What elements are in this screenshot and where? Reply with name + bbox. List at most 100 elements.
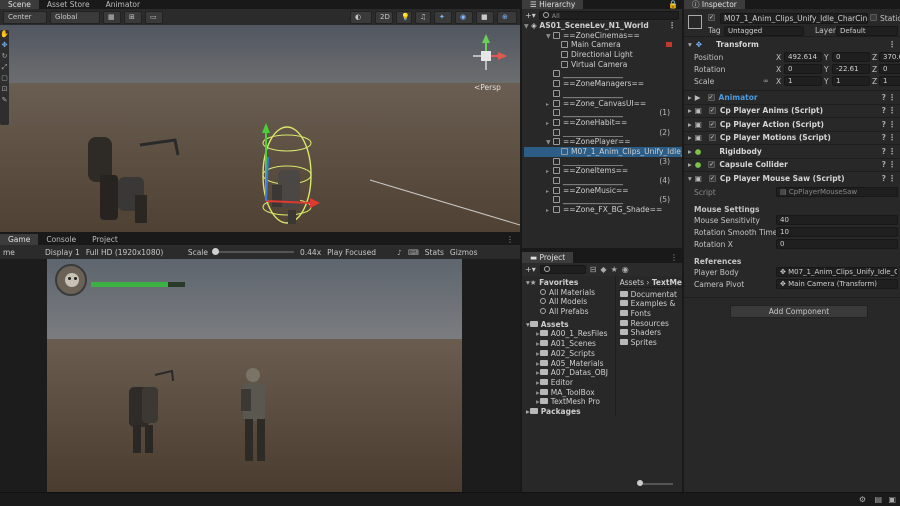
pivot-dropdown[interactable]: Center [3,10,47,24]
link-scale-icon[interactable]: ∞ [763,77,769,85]
help-icon[interactable]: ? [882,133,886,142]
player-body-field[interactable]: ✥ M07_1_Anim_Clips_Unify_Idle_Ch [776,266,898,277]
component-header[interactable]: ▸ ● Rigidbody? ⋮ [684,144,900,158]
mode-2d-button[interactable]: 2D [375,10,393,24]
hidden-packages-icon[interactable]: ◉ [622,265,629,274]
chevron-icon[interactable]: ▸ [546,206,553,215]
tab-game[interactable]: Game [0,234,39,245]
hierarchy-row[interactable]: ________________ (3) [524,157,682,167]
breadcrumb-assets[interactable]: Assets [620,278,644,287]
content-folder-item[interactable]: Resources [619,319,682,329]
layer-dropdown[interactable]: Default [836,26,898,36]
component-menu-icon[interactable]: ⋮ [888,174,896,183]
tab-asset-store[interactable]: Asset Store [39,0,98,9]
play-mode-dropdown[interactable]: Play Focused [327,248,391,257]
custom-tool-icon[interactable]: ✎ [0,96,9,107]
project-search-input[interactable] [539,265,586,274]
component-enabled-checkbox[interactable]: ✓ [708,134,716,142]
game-viewport[interactable] [47,259,462,492]
tab-project-panel[interactable]: ▬ Project [522,252,574,263]
content-folder-item[interactable]: Documentat [619,290,682,300]
chevron-icon[interactable]: ▸ [688,160,692,169]
hierarchy-row[interactable]: ________________ [524,89,682,99]
lighting-icon[interactable]: 💡 [396,10,412,24]
transform-tool-icon[interactable]: ⊡ [0,85,9,96]
rotate-tool-icon[interactable]: ↻ [0,52,9,63]
filter-label-icon[interactable]: ◆ [600,265,606,274]
tab-hierarchy[interactable]: ☰ Hierarchy [522,0,584,9]
component-menu-icon[interactable]: ⋮ [888,106,896,115]
rotation-x-field[interactable]: 0 [784,64,822,74]
grid-snap-icon[interactable]: ▦ [103,10,121,24]
audio-icon[interactable]: ♫ [415,10,431,24]
hierarchy-row[interactable]: Directional Light [524,50,682,60]
component-menu-icon[interactable]: ⋮ [888,93,896,102]
scene-root-row[interactable]: ▼ ◈ AS01_SceneLev_N1_World ⋮ [524,21,682,31]
asset-folder-row[interactable]: ▸ MA_ToolBox [526,388,615,398]
component-header[interactable]: ▸ ▣ ✓ Cp Player Anims (Script)? ⋮ [684,103,900,118]
tab-scene[interactable]: Scene [0,0,39,9]
content-folder-item[interactable]: Fonts [619,309,682,319]
component-header[interactable]: ▾ ▣ ✓ Cp Player Mouse Saw (Script)? ⋮ [684,171,900,185]
scale-slider-handle[interactable] [212,248,219,255]
effects-icon[interactable]: ✦ [434,10,452,24]
rotation-smooth-field[interactable]: 10 [776,226,898,237]
hierarchy-row[interactable]: ▸ ==Zone_FX_BG_Shade== [524,205,682,215]
hierarchy-row[interactable]: ▸ ==Zone_CanvasUI== [524,99,682,109]
hierarchy-row[interactable]: ________________ (1) [524,108,682,118]
chevron-icon[interactable]: ▸ [688,147,692,156]
chevron-icon[interactable]: ▾ [688,174,692,183]
packages-header[interactable]: ▸ Packages [526,407,615,417]
component-header[interactable]: ▸ ▣ ✓ Cp Player Action (Script)? ⋮ [684,117,900,131]
help-icon[interactable]: ? [882,174,886,183]
hierarchy-row[interactable]: ▼ ==ZonePlayer== [524,137,682,147]
component-header[interactable]: ▸ ● ✓ Capsule Collider? ⋮ [684,157,900,172]
component-enabled-checkbox[interactable]: ✓ [708,107,716,115]
component-enabled-checkbox[interactable]: ✓ [708,174,716,182]
hierarchy-add-button[interactable]: +▾ [525,11,536,20]
active-checkbox[interactable]: ✓ [708,14,715,21]
hand-tool-icon[interactable]: ✋ [0,30,9,41]
gizmos-button[interactable]: Gizmos [450,248,478,257]
mouse-sensitivity-field[interactable]: 40 [776,214,898,225]
chevron-icon[interactable]: ▸ [546,100,553,109]
hierarchy-row[interactable]: ▸ ==ZoneItems== [524,166,682,176]
progress-icon[interactable]: ▤ [874,495,882,504]
asset-folder-row[interactable]: ▸ A02_Scripts [526,349,615,359]
chevron-icon[interactable]: ▸ [546,187,553,196]
icon-size-slider[interactable] [637,480,673,486]
stats-button[interactable]: Stats [425,248,444,257]
chevron-icon[interactable]: ▸ [688,133,692,142]
favorites-header[interactable]: ▾★ Favorites [526,278,615,288]
ruler-icon[interactable]: ▭ [145,10,163,24]
move-tool-icon[interactable]: ✥ [0,41,9,52]
increment-snap-icon[interactable]: ⊞ [124,10,142,24]
rotation-z-field[interactable]: 0 [879,64,900,74]
component-menu-icon[interactable]: ⋮ [888,120,896,129]
tag-dropdown[interactable]: Untagged [724,26,804,36]
hierarchy-row[interactable]: ________________ (5) [524,195,682,205]
tab-inspector[interactable]: ⓘ Inspector [684,0,745,9]
scene-viewport[interactable]: <Persp ✋ ✥ ↻ ⤢ ▢ ⊡ ✎ [0,25,520,232]
asset-folder-row[interactable]: ▸ A00_1_ResFiles [526,329,615,339]
help-icon[interactable]: ? [882,147,886,156]
hierarchy-row[interactable]: ________________ [524,69,682,79]
favorite-item[interactable]: All Materials [526,288,615,298]
game-panel-menu-icon[interactable]: ⋮ [506,235,520,244]
chevron-icon[interactable]: ▸ [688,120,692,129]
scale-y-field[interactable]: 1 [832,76,870,86]
transform-header[interactable]: ▾ ✥ Transform ⋮ [684,36,900,52]
asset-folder-row[interactable]: ▸ A05_Materials [526,359,615,369]
chevron-icon[interactable]: ▸ [688,106,692,115]
component-menu-icon[interactable]: ⋮ [888,160,896,169]
asset-folder-row[interactable]: ▸ A07_Datas_OBJ [526,368,615,378]
position-x-field[interactable]: 492.614 [784,52,822,62]
hidden-objects-icon[interactable]: ◉ [455,10,473,24]
favorite-item[interactable]: All Models [526,297,615,307]
camera-pivot-field[interactable]: ✥ Main Camera (Transform) [776,278,898,289]
breadcrumb-textmeshpro[interactable]: TextMe [652,278,682,287]
chevron-icon[interactable]: ▸ [546,119,553,128]
content-folder-item[interactable]: Shaders [619,328,682,338]
favorite-item[interactable]: All Prefabs [526,307,615,317]
component-enabled-checkbox[interactable]: ✓ [708,120,716,128]
